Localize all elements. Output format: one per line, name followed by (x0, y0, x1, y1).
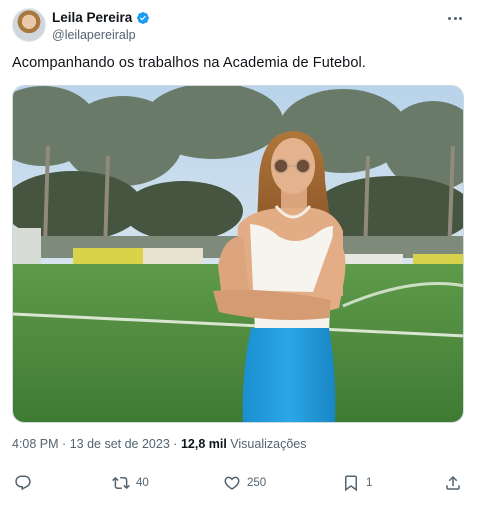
meta-separator: · (173, 437, 178, 451)
tweet-date[interactable]: 13 de set de 2023 (70, 437, 170, 451)
retweet-button[interactable]: 40 (112, 474, 149, 492)
display-name-row: Leila Pereira (52, 9, 150, 26)
avatar[interactable] (12, 8, 46, 42)
handle[interactable]: @leilapereiralp (52, 28, 150, 42)
display-name[interactable]: Leila Pereira (52, 10, 132, 25)
reply-icon (15, 475, 31, 491)
tweet-text: Acompanhando os trabalhos na Academia de… (12, 55, 366, 71)
bookmark-count: 1 (366, 477, 373, 489)
tweet-time[interactable]: 4:08 PM (12, 437, 59, 451)
more-options-icon[interactable] (444, 8, 466, 28)
tweet-header: Leila Pereira @leilapereiralp (12, 8, 466, 44)
heart-icon (224, 476, 240, 490)
reply-button[interactable] (14, 474, 38, 492)
like-count: 250 (247, 477, 267, 489)
tweet-metadata: 4:08 PM · 13 de set de 2023 · 12,8 mil V… (12, 437, 307, 451)
views-label: Visualizações (230, 437, 307, 451)
retweet-count: 40 (136, 477, 149, 489)
retweet-icon (112, 476, 130, 490)
meta-separator: · (62, 437, 67, 451)
bookmark-button[interactable]: 1 (342, 474, 372, 492)
author-info: Leila Pereira @leilapereiralp (52, 9, 150, 42)
share-button[interactable] (444, 474, 462, 492)
bookmark-icon (345, 475, 357, 492)
share-icon (446, 475, 460, 490)
tweet-photo[interactable] (12, 85, 464, 423)
verified-badge-icon (137, 11, 150, 24)
photo-woman-on-football-pitch (13, 86, 463, 422)
views-count: 12,8 mil (180, 437, 227, 451)
tweet-actions: 40 250 1 (12, 474, 466, 498)
like-button[interactable]: 250 (223, 474, 266, 492)
